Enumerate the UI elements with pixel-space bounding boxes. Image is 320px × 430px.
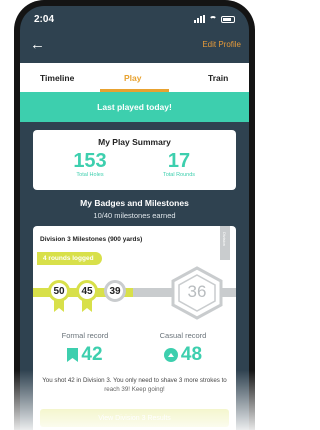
target-hexagon-badge: 36 bbox=[169, 266, 225, 320]
casual-record: 48 bbox=[143, 344, 223, 366]
milestone-message: You shot 42 in Division 3. You only need… bbox=[42, 377, 227, 393]
phone-frame: 2:04 ← Edit Profile Timeline Play Train … bbox=[14, 0, 255, 430]
casual-round-icon bbox=[163, 348, 178, 362]
status-time: 2:04 bbox=[34, 14, 55, 25]
edit-profile-link[interactable]: Edit Profile bbox=[202, 40, 241, 49]
total-holes-stat: 153 Total Holes bbox=[45, 150, 135, 178]
division-corner-tag: Division bbox=[220, 226, 230, 260]
formal-record: 42 bbox=[45, 344, 125, 366]
tab-timeline[interactable]: Timeline bbox=[40, 73, 74, 83]
status-bar: 2:04 bbox=[20, 6, 249, 30]
target-score: 36 bbox=[187, 282, 207, 301]
play-summary-card: My Play Summary 153 Total Holes 17 Total… bbox=[33, 130, 236, 190]
badges-title: My Badges and Milestones bbox=[80, 198, 189, 208]
casual-record-value: 48 bbox=[180, 344, 203, 365]
back-arrow-icon[interactable]: ← bbox=[30, 36, 45, 53]
badge-39: 39 bbox=[104, 280, 126, 302]
tab-train[interactable]: Train bbox=[208, 73, 228, 83]
badge-50: 50 bbox=[48, 280, 70, 302]
app-screen: 2:04 ← Edit Profile Timeline Play Train … bbox=[20, 6, 249, 430]
bookmark-icon bbox=[67, 348, 79, 362]
badge-45: 45 bbox=[76, 280, 98, 302]
tab-play[interactable]: Play bbox=[124, 73, 142, 83]
casual-record-label: Casual record bbox=[159, 331, 207, 340]
nav-bar: ← Edit Profile bbox=[20, 30, 249, 60]
formal-record-value: 42 bbox=[81, 344, 103, 365]
tab-bar: Timeline Play Train bbox=[20, 63, 249, 92]
corner-tag-text: Division bbox=[222, 232, 227, 247]
signal-icon bbox=[194, 15, 205, 23]
total-rounds-value: 17 bbox=[167, 150, 191, 172]
milestone-title: Division 3 Milestones (900 yards) bbox=[40, 236, 143, 243]
division-milestone-card[interactable]: Division 3 Milestones (900 yards) Divisi… bbox=[33, 226, 236, 430]
rounds-logged-pill: 4 rounds logged bbox=[37, 252, 102, 265]
total-rounds-label: Total Rounds bbox=[162, 172, 196, 178]
milestones-count: 10/40 milestones earned bbox=[93, 211, 176, 220]
last-played-banner: Last played today! bbox=[20, 92, 249, 122]
summary-title: My Play Summary bbox=[98, 137, 171, 147]
total-holes-value: 153 bbox=[73, 150, 107, 172]
banner-text: Last played today! bbox=[97, 102, 172, 112]
total-holes-label: Total Holes bbox=[76, 172, 104, 178]
battery-icon bbox=[221, 15, 235, 23]
formal-record-label: Formal record bbox=[61, 331, 109, 340]
status-icons bbox=[194, 14, 235, 24]
view-results-button[interactable]: View Division 3 Results bbox=[40, 409, 229, 427]
wifi-icon bbox=[209, 16, 217, 24]
total-rounds-stat: 17 Total Rounds bbox=[134, 150, 224, 178]
